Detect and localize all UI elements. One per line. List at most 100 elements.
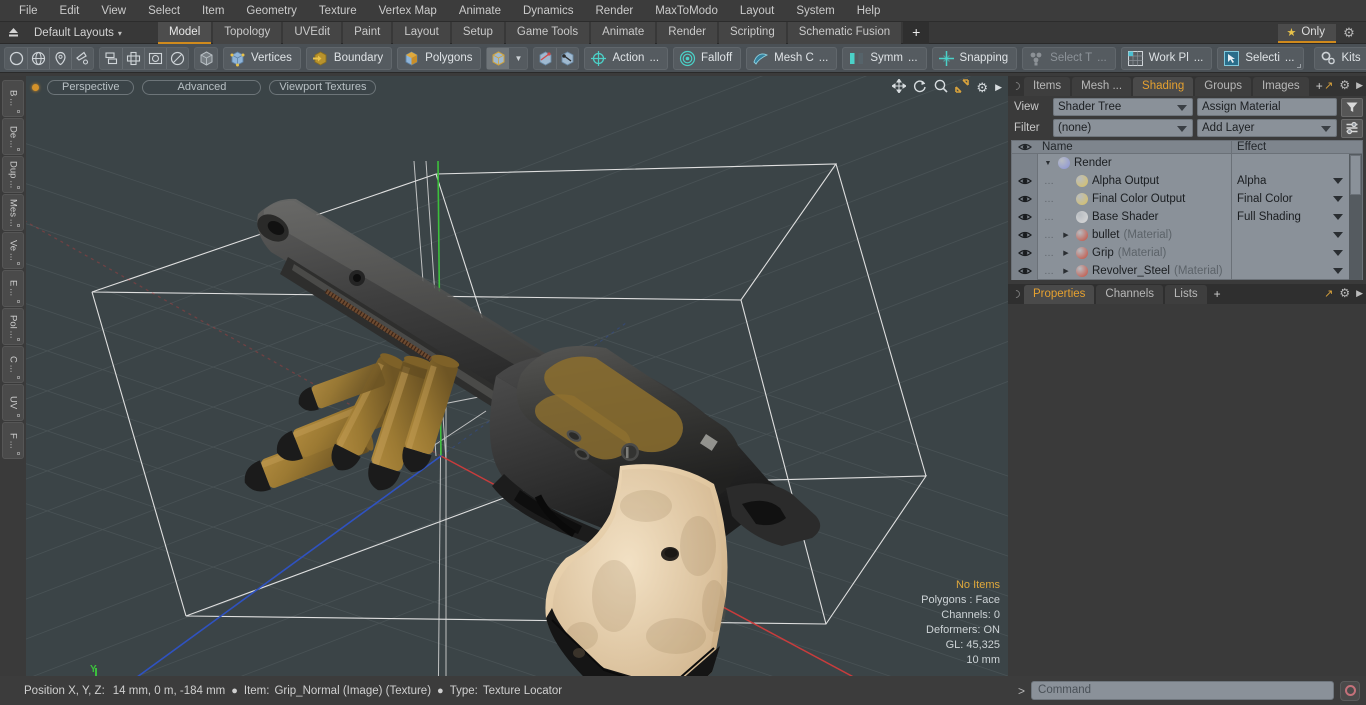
panel-tab-shading[interactable]: Shading	[1133, 77, 1194, 96]
shader-tree-row[interactable]: … Alpha Output Alpha	[1012, 172, 1362, 190]
zoom-icon[interactable]	[934, 79, 948, 96]
toolbar-item-snapping[interactable]: Snapping	[931, 46, 1018, 70]
menu-item-layout[interactable]: Layout	[729, 0, 786, 22]
shader-tree-row[interactable]: … ▶ bullet (Material)	[1012, 226, 1362, 244]
filter-dropdown[interactable]: (none)	[1053, 119, 1193, 137]
paint-select-icon[interactable]	[71, 47, 93, 69]
layout-tab-uvedit[interactable]: UVEdit	[283, 21, 342, 44]
properties-tab-lists[interactable]: Lists	[1165, 285, 1207, 304]
layout-tab-animate[interactable]: Animate	[591, 21, 656, 44]
toolbar-item-symmetry[interactable]: Symm ...	[842, 46, 927, 70]
menu-item-edit[interactable]: Edit	[49, 0, 91, 22]
toolbar-item-selection-set[interactable]: Selecti ...	[1217, 46, 1304, 70]
active-cube-icon[interactable]	[487, 47, 510, 69]
shader-view-dropdown[interactable]: Shader Tree	[1053, 98, 1193, 116]
chevron-right-icon[interactable]: ▶	[1356, 288, 1363, 299]
layout-selector[interactable]: Default Layouts ▾	[26, 27, 130, 39]
panel-menu-icon[interactable]	[1010, 288, 1022, 300]
menu-item-select[interactable]: Select	[137, 0, 191, 22]
add-layer-dropdown[interactable]: Add Layer	[1197, 119, 1337, 137]
scrollbar-thumb[interactable]	[1350, 155, 1361, 195]
toolbar-item-select-through[interactable]: Select T ...	[1022, 46, 1116, 70]
twisty-closed-icon[interactable]: ▶	[1060, 249, 1072, 257]
toolbar-item-kits[interactable]: Kits	[1313, 46, 1366, 70]
panel-menu-icon[interactable]	[1010, 80, 1022, 92]
twisty-closed-icon[interactable]: ▶	[1060, 267, 1072, 275]
toolbar-item-boundary[interactable]: Boundary	[305, 46, 393, 70]
gear-icon[interactable]: ⚙	[1336, 25, 1362, 41]
left-tool-tab-7[interactable]: C ...	[2, 346, 24, 383]
move-icon[interactable]	[891, 78, 908, 96]
shader-tree-scrollbar[interactable]	[1349, 154, 1362, 280]
box-select-icon[interactable]	[144, 47, 166, 69]
layout-tab-render[interactable]: Render	[657, 21, 717, 44]
shader-tree-row[interactable]: … ▶ Grip (Material)	[1012, 244, 1362, 262]
circle-icon[interactable]	[5, 48, 27, 69]
up-arrow-icon[interactable]	[0, 23, 26, 43]
toolbar-item-polygons[interactable]: Polygons	[397, 46, 482, 70]
twisty-closed-icon[interactable]: ▶	[1060, 231, 1072, 239]
play-icon[interactable]: ▶	[995, 82, 1002, 93]
eye-icon[interactable]	[1012, 262, 1038, 280]
menu-item-dynamics[interactable]: Dynamics	[512, 0, 584, 22]
only-toggle-button[interactable]: ★ Only	[1278, 23, 1336, 43]
toolbar-item-falloff[interactable]: Falloff	[673, 46, 742, 70]
layout-tab-scripting[interactable]: Scripting	[718, 21, 786, 44]
command-input[interactable]: Command	[1031, 681, 1334, 700]
layout-tab-layout[interactable]: Layout	[393, 21, 450, 44]
twisty-open-icon[interactable]: ▼	[1042, 160, 1054, 167]
layout-tab-setup[interactable]: Setup	[451, 21, 504, 44]
record-icon[interactable]	[1340, 680, 1360, 701]
eye-icon[interactable]	[1012, 172, 1038, 190]
chevron-right-icon[interactable]: ▶	[1356, 80, 1363, 91]
menu-item-vertex-map[interactable]: Vertex Map	[368, 0, 448, 22]
panel-tab-images[interactable]: Images	[1252, 77, 1309, 96]
panel-tab-groups[interactable]: Groups	[1195, 77, 1251, 96]
layout-tab-topology[interactable]: Topology	[213, 21, 282, 44]
panel-tab-items[interactable]: Items	[1024, 77, 1071, 96]
left-tool-tab-1[interactable]: De ...	[2, 118, 24, 155]
3d-viewport[interactable]: X Y Z Perspective Advanced Viewport Text…	[26, 76, 1008, 676]
left-tool-tab-5[interactable]: E ...	[2, 270, 24, 307]
left-tool-tab-9[interactable]: F ...	[2, 422, 24, 459]
shader-tree-effect-cell[interactable]: Final Color	[1231, 190, 1349, 208]
viewport-projection-button[interactable]: Perspective	[47, 79, 135, 95]
toolbar-item-vertices[interactable]: Vertices	[223, 46, 301, 70]
menu-item-view[interactable]: View	[90, 0, 137, 22]
globe-icon[interactable]	[27, 47, 49, 69]
properties-tab-properties[interactable]: Properties	[1024, 285, 1095, 304]
shader-tree-row[interactable]: … Base Shader Full Shading	[1012, 208, 1362, 226]
assign-material-button[interactable]: Assign Material	[1197, 98, 1337, 116]
rotate-icon[interactable]	[913, 79, 927, 96]
shader-tree-effect-cell[interactable]	[1231, 244, 1349, 262]
shader-tree-effect-cell[interactable]	[1231, 262, 1349, 280]
left-tool-tab-0[interactable]: B ...	[2, 80, 24, 117]
shader-tree-effect-cell[interactable]: Alpha	[1231, 172, 1349, 190]
gear-icon[interactable]: ⚙	[1339, 286, 1350, 300]
eye-icon[interactable]	[1012, 244, 1038, 262]
menu-item-file[interactable]: File	[8, 0, 49, 22]
eye-icon[interactable]	[1012, 226, 1038, 244]
funnel-icon[interactable]	[1341, 97, 1363, 117]
layout-tab-paint[interactable]: Paint	[343, 21, 392, 44]
gear-icon[interactable]: ⚙	[1339, 78, 1350, 92]
panel-tab-mesh[interactable]: Mesh ...	[1072, 77, 1132, 96]
element-transform-icon[interactable]	[556, 47, 578, 69]
shader-tree-row[interactable]: ▼ Render	[1012, 154, 1362, 172]
viewport-textures-button[interactable]: Viewport Textures	[269, 79, 377, 95]
shader-tree-row[interactable]: … Final Color Output Final Color	[1012, 190, 1362, 208]
center-icon[interactable]	[122, 47, 144, 69]
shader-tree-row[interactable]: … ▶ Revolver_Steel (Material)	[1012, 262, 1362, 280]
add-layout-tab-button[interactable]: +	[903, 21, 930, 44]
toolbar-item-work-plane[interactable]: Work Pl ...	[1120, 46, 1213, 70]
cube-icon[interactable]	[195, 48, 217, 69]
gear-icon[interactable]: ⚙	[976, 80, 988, 96]
edge-slice-icon[interactable]	[100, 48, 122, 69]
left-tool-tab-3[interactable]: Mes ...	[2, 194, 24, 231]
menu-item-render[interactable]: Render	[584, 0, 644, 22]
expand-icon[interactable]: ↗	[1324, 79, 1333, 92]
menu-item-item[interactable]: Item	[191, 0, 235, 22]
fit-icon[interactable]	[955, 79, 970, 96]
menu-item-help[interactable]: Help	[846, 0, 892, 22]
shader-tree-effect-cell[interactable]: Full Shading	[1231, 208, 1349, 226]
